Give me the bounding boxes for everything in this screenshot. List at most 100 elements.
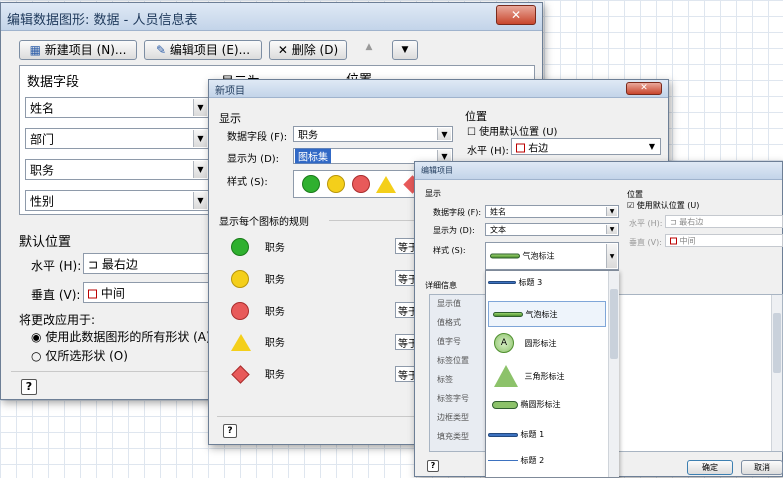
style-option[interactable]: A 圆形标注 bbox=[494, 333, 604, 357]
data-field-label: 数据字段 (F): bbox=[433, 208, 482, 217]
rule-field: 职务 bbox=[264, 242, 285, 254]
edit-icon: ✎ bbox=[155, 43, 166, 57]
yellow-triangle-icon bbox=[231, 334, 251, 351]
chevron-down-icon: ▼ bbox=[606, 244, 617, 268]
chevron-down-icon: ▼ bbox=[193, 161, 207, 178]
green-circle-icon bbox=[231, 238, 249, 256]
details-scrollbar[interactable] bbox=[771, 295, 782, 451]
close-button[interactable]: ✕ bbox=[496, 5, 536, 25]
center-icon bbox=[670, 237, 677, 244]
vertical-value: 中间 bbox=[100, 286, 125, 300]
position-section-header: 位置 bbox=[627, 190, 643, 199]
new-item-label: 新建项目 (N)... bbox=[44, 43, 127, 57]
style-combo[interactable]: 气泡标注 ▼ bbox=[485, 242, 619, 270]
horizontal-label: 水平 (H): bbox=[31, 259, 82, 273]
help-icon[interactable]: ? bbox=[427, 460, 439, 472]
red-diamond-icon bbox=[231, 365, 250, 384]
dialog-title: 新项目 bbox=[215, 86, 245, 97]
footer-divider bbox=[11, 371, 211, 372]
footer-divider bbox=[217, 416, 417, 417]
data-field-combo[interactable]: 职务 ▼ bbox=[293, 126, 453, 142]
checkbox-unchecked-icon: ☐ bbox=[467, 127, 476, 138]
data-field-label: 数据字段 (F): bbox=[227, 132, 288, 143]
cancel-button[interactable]: 取消 bbox=[741, 460, 783, 475]
display-as-label: 显示为 (D): bbox=[433, 226, 475, 235]
field-combo-2[interactable]: 部门 ▼ bbox=[25, 128, 209, 149]
style-option-selected[interactable]: 气泡标注 bbox=[488, 301, 606, 327]
field-combo-1[interactable]: 姓名 ▼ bbox=[25, 97, 209, 118]
delete-button[interactable]: ✕ 删除 (D) bbox=[269, 40, 347, 60]
help-icon[interactable]: ? bbox=[223, 424, 237, 438]
center-icon bbox=[88, 289, 97, 298]
dropdown-scrollbar[interactable] bbox=[608, 271, 619, 477]
vertical-combo[interactable]: 中间 bbox=[83, 282, 213, 303]
horizontal-combo[interactable]: ⊐ 最右边 bbox=[665, 215, 783, 228]
use-default-position-checkbox[interactable]: ☑ 使用默认位置 (U) bbox=[627, 200, 699, 211]
style-value: 气泡标注 bbox=[522, 251, 555, 261]
chevron-down-icon: ▼ bbox=[437, 128, 451, 140]
display-section-header: 显示 bbox=[219, 112, 241, 125]
details-section-header: 详细信息 bbox=[425, 281, 457, 290]
right-position-icon bbox=[516, 143, 525, 153]
green-circle-icon bbox=[302, 175, 320, 193]
horizontal-label: 水平 (H): bbox=[467, 146, 509, 157]
arrow-right-icon: ⊐ bbox=[88, 257, 99, 271]
rule-field: 职务 bbox=[264, 370, 285, 381]
position-section-header: 位置 bbox=[465, 110, 487, 123]
style-option[interactable]: 三角形标注 bbox=[494, 365, 604, 391]
red-circle-icon bbox=[231, 302, 249, 320]
radio-unchecked-icon: ○ bbox=[31, 349, 42, 363]
vertical-label: 垂直 (V): bbox=[629, 238, 662, 247]
new-item-button[interactable]: ▦ 新建项目 (N)... bbox=[19, 40, 137, 60]
checkbox-checked-icon: ☑ bbox=[627, 201, 635, 210]
rule-field: 职务 bbox=[264, 306, 285, 318]
move-down-button[interactable]: ▼ bbox=[392, 40, 418, 60]
edit-item-button[interactable]: ✎ 编辑项目 (E)... bbox=[144, 40, 262, 60]
horizontal-combo[interactable]: 右边 ▼ bbox=[511, 138, 661, 155]
move-up-button[interactable]: ▲ bbox=[358, 42, 380, 60]
scroll-thumb[interactable] bbox=[773, 313, 781, 373]
rule-field: 职务 bbox=[264, 338, 285, 349]
heading-icon bbox=[488, 432, 518, 437]
radio-checked-icon: ◉ bbox=[31, 330, 42, 344]
use-default-label: 使用默认位置 (U) bbox=[636, 201, 700, 210]
help-icon[interactable]: ? bbox=[21, 379, 37, 395]
scroll-thumb[interactable] bbox=[610, 289, 618, 359]
details-row-label: 值格式 bbox=[437, 318, 461, 327]
apply-all-radio[interactable]: ◉ 使用此数据图形的所有形状 (A) bbox=[31, 328, 211, 345]
style-option[interactable]: 椭圆形标注 bbox=[492, 399, 608, 419]
bubble-callout-icon bbox=[493, 312, 523, 317]
field-combo-4[interactable]: 性别 ▼ bbox=[25, 190, 209, 211]
apply-all-label: 使用此数据图形的所有形状 (A) bbox=[45, 330, 211, 344]
details-row-label: 标签字号 bbox=[437, 394, 469, 403]
display-as-combo[interactable]: 文本 ▼ bbox=[485, 223, 619, 236]
triangle-callout-icon bbox=[494, 365, 518, 387]
use-default-position-checkbox[interactable]: ☐ 使用默认位置 (U) bbox=[467, 123, 557, 138]
red-circle-icon bbox=[351, 175, 370, 193]
horizontal-combo[interactable]: ⊐ 最右边 bbox=[83, 253, 213, 274]
chevron-down-icon: ▼ bbox=[606, 207, 617, 216]
style-option[interactable]: 标题 1 bbox=[488, 429, 606, 449]
delete-label: 删除 (D) bbox=[291, 43, 339, 57]
horizontal-label: 水平 (H): bbox=[629, 219, 663, 228]
chevron-down-icon: ▼ bbox=[193, 192, 207, 209]
field-combo-3[interactable]: 职务 ▼ bbox=[25, 159, 209, 180]
style-option[interactable]: 标题 3 bbox=[488, 277, 606, 297]
new-item-icon: ▦ bbox=[29, 43, 41, 57]
horizontal-value: 最右边 bbox=[679, 217, 704, 226]
title-bar: 编辑项目 bbox=[415, 162, 782, 180]
data-field-combo[interactable]: 姓名 ▼ bbox=[485, 205, 619, 218]
delete-icon: ✕ bbox=[277, 43, 288, 57]
chevron-down-icon: ▼ bbox=[606, 225, 617, 234]
details-row-label: 标签 bbox=[437, 375, 453, 384]
style-option[interactable]: 标题 2 bbox=[488, 455, 606, 475]
details-row-label: 填充类型 bbox=[437, 432, 469, 441]
details-row-label: 值字号 bbox=[437, 337, 461, 346]
vertical-combo[interactable]: 中间 bbox=[665, 234, 783, 247]
apply-selected-radio[interactable]: ○ 仅所选形状 (O) bbox=[31, 347, 128, 364]
style-dropdown-list[interactable]: 标题 3 气泡标注 A 圆形标注 三角形标注 椭圆形标注 标题 1 标题 2 bbox=[485, 270, 619, 478]
ok-button[interactable]: 确定 bbox=[687, 460, 733, 475]
use-default-label: 使用默认位置 (U) bbox=[479, 127, 558, 138]
rule-field: 职务 bbox=[264, 274, 285, 286]
close-button[interactable]: ✕ bbox=[626, 82, 662, 95]
